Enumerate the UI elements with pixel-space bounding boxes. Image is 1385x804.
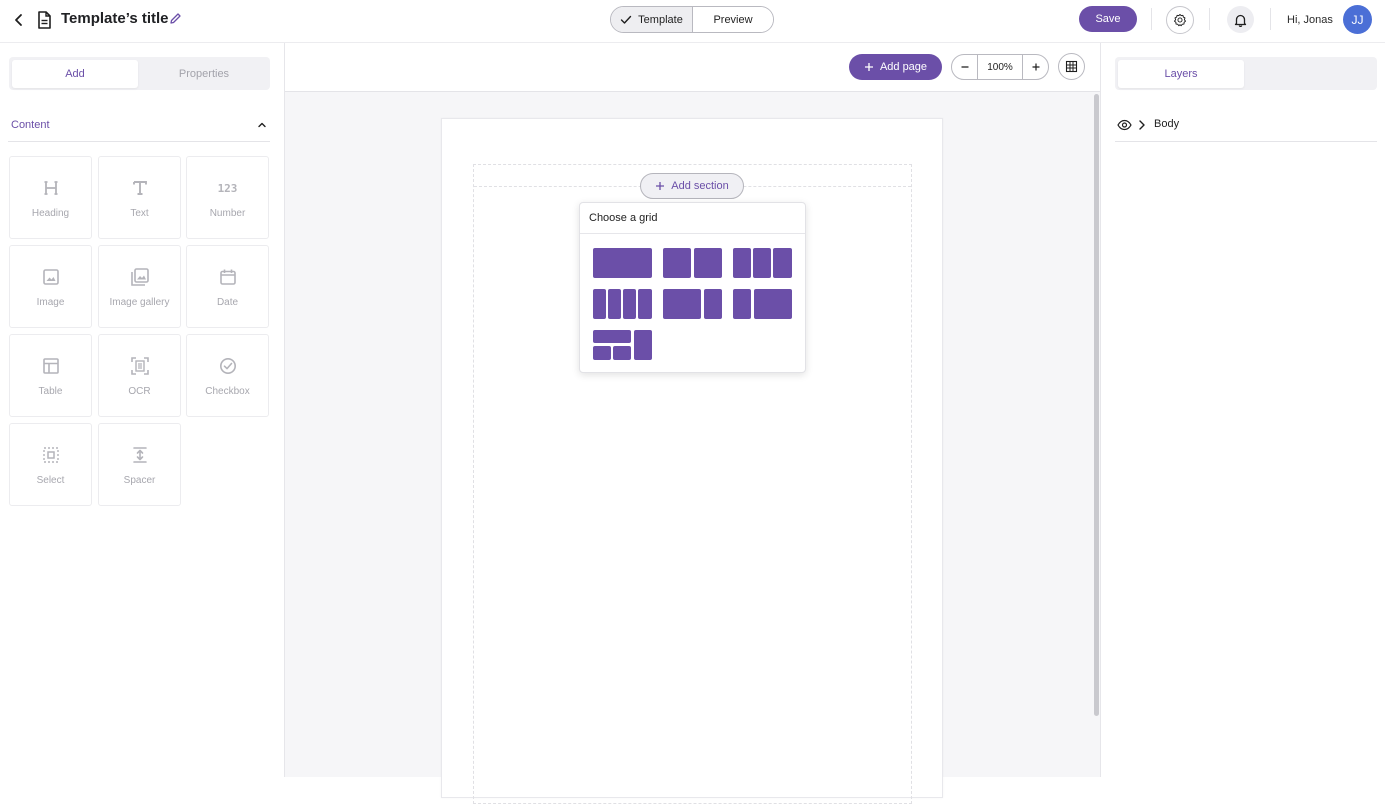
component-text[interactable]: Text [98,156,181,239]
grid-option-split-left-full-right[interactable] [593,330,652,360]
component-label: OCR [128,386,151,397]
avatar[interactable]: JJ [1343,5,1372,34]
preview-mode-button[interactable]: Preview [693,7,773,32]
component-image-gallery[interactable]: Image gallery [98,245,181,328]
top-bar: Template’s title Template Preview Save H… [0,0,1385,43]
divider [1209,8,1210,30]
number-icon-glyph: 123 [217,181,238,195]
add-section-label: Add section [671,180,729,192]
preview-mode-label: Preview [713,13,753,26]
document-icon [36,10,52,30]
canvas-area: Add page 100% Add section Choose a grid [285,43,1100,804]
component-label: Date [216,297,239,308]
select-icon [40,444,62,466]
image-gallery-icon [129,266,151,288]
zoom-in-button[interactable] [1023,55,1048,79]
add-section-button[interactable]: Add section [640,173,744,199]
component-ocr[interactable]: OCR [98,334,181,417]
chevron-right-icon[interactable] [1138,119,1146,131]
component-label: Checkbox [205,386,250,397]
popup-header: Choose a grid [580,203,805,234]
component-label: Heading [31,208,70,219]
template-mode-button[interactable]: Template [611,7,693,32]
zoom-control: 100% [951,54,1049,80]
grid-option-4-columns[interactable] [593,289,652,319]
tab-add[interactable]: Add [12,60,138,88]
component-number[interactable]: 123 Number [186,156,269,239]
image-icon [40,266,62,288]
layer-name: Body [1154,118,1180,130]
number-icon: 123 [217,177,239,199]
component-label: Image [36,297,65,308]
component-label: Select [36,475,65,486]
save-button[interactable]: Save [1079,6,1137,32]
layer-row-body[interactable]: Body [1115,113,1377,142]
grid-option-two-thirds-one-third[interactable] [663,289,722,319]
right-panel-tabs: Layers [1115,57,1377,90]
component-label: Text [130,208,149,219]
component-heading[interactable]: Heading [9,156,92,239]
grid-option-3-columns[interactable] [733,248,792,278]
plus-icon [656,182,665,190]
add-page-button[interactable]: Add page [849,54,942,80]
canvas-toolbar: Add page 100% [285,43,1100,92]
plus-icon [1032,63,1039,71]
canvas-scrollbar[interactable] [1093,92,1100,777]
component-date[interactable]: Date [186,245,269,328]
chevron-up-icon[interactable] [257,120,267,130]
add-page-label: Add page [879,61,928,73]
component-label: Number [209,208,246,219]
left-panel: Add Properties Content Heading Text 123 … [0,43,285,777]
component-spacer[interactable]: Spacer [98,423,181,506]
user-greeting: Hi, Jonas [1287,14,1333,26]
gear-icon [1173,13,1187,27]
pencil-edit-icon[interactable] [169,12,182,25]
right-panel: Layers Body [1100,43,1385,777]
popup-title: Choose a grid [589,212,658,224]
component-label: Spacer [123,475,156,486]
plus-icon [864,63,873,71]
calendar-icon [217,266,239,288]
grid-option-1-column[interactable] [593,248,652,278]
heading-icon [40,177,62,199]
tab-properties[interactable]: Properties [141,60,267,88]
grid-view-button[interactable] [1058,53,1085,80]
mode-toggle: Template Preview [610,6,774,33]
zoom-level: 100% [977,55,1023,79]
template-mode-label: Template [638,13,683,26]
text-icon [129,177,151,199]
checkbox-icon [217,355,239,377]
eye-icon[interactable] [1117,119,1132,131]
divider [1270,8,1271,30]
minus-icon [961,66,968,68]
component-checkbox[interactable]: Checkbox [186,334,269,417]
notifications-button[interactable] [1227,6,1254,33]
page-title: Template’s title [61,10,169,27]
tab-layers[interactable]: Layers [1118,60,1244,88]
left-panel-tabs: Add Properties [9,57,270,90]
table-icon [40,355,62,377]
component-select[interactable]: Select [9,423,92,506]
back-arrow-icon[interactable] [10,11,28,29]
component-table[interactable]: Table [9,334,92,417]
ocr-icon [129,355,151,377]
grid-option-2-columns[interactable] [663,248,722,278]
scrollbar-thumb[interactable] [1094,94,1099,716]
content-section-header[interactable]: Content [8,113,270,142]
component-image[interactable]: Image [9,245,92,328]
zoom-out-button[interactable] [952,55,977,79]
choose-grid-popup: Choose a grid [579,202,806,373]
grid-icon [1065,60,1078,73]
divider [1151,8,1152,30]
checkmark-icon [620,15,632,24]
bell-icon [1234,14,1247,27]
component-label: Table [38,386,63,397]
component-label: Image gallery [109,297,170,308]
settings-button[interactable] [1166,6,1194,34]
content-section-label: Content [11,119,50,131]
grid-option-one-third-two-thirds[interactable] [733,289,792,319]
spacer-icon [129,444,151,466]
